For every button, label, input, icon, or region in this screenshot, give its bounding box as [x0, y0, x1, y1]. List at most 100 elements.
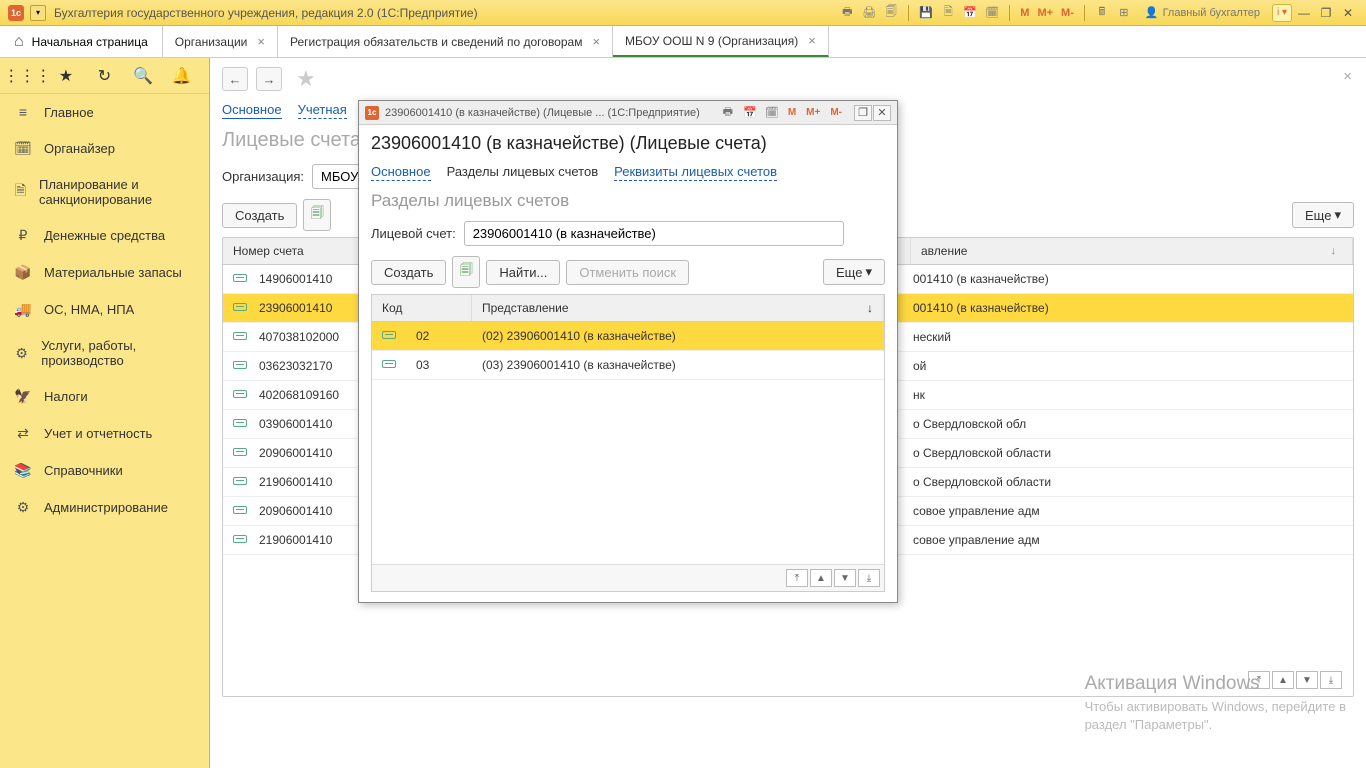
sidebar-item-5[interactable]: 🚚ОС, НМА, НПА	[0, 291, 209, 328]
dialog-mminus-button[interactable]: M-	[828, 107, 844, 118]
cell-repr: 001410 (в казначействе)	[903, 270, 1353, 288]
tab-organizations[interactable]: Организации ×	[163, 26, 278, 57]
notifications-icon[interactable]: 🔔	[170, 64, 194, 88]
tab-obligations[interactable]: Регистрация обязательств и сведений по д…	[278, 26, 613, 57]
org-label: Организация:	[222, 169, 304, 184]
dlg-col-header-code[interactable]: Код	[372, 295, 472, 321]
cell-repr: нк	[903, 386, 1353, 404]
app-logo-icon: 1c	[8, 5, 24, 21]
titlebar-menu-dropdown[interactable]: ▾	[30, 5, 46, 21]
user-icon: 👤	[1145, 6, 1159, 19]
home-tab[interactable]: ⌂ Начальная страница	[0, 26, 163, 57]
history-icon[interactable]: ↻	[92, 64, 116, 88]
tab-close-icon[interactable]: ×	[808, 33, 816, 48]
dialog-close-button[interactable]: ✕	[873, 105, 891, 121]
sidebar-item-6[interactable]: ⚙Услуги, работы, производство	[0, 328, 209, 378]
sidebar-item-3[interactable]: ₽ Денежные средства	[0, 217, 209, 254]
print-preview-icon[interactable]: 🖶	[838, 4, 856, 22]
nav-icon: 🦅	[14, 388, 32, 405]
dlg-subtab-sections[interactable]: Разделы лицевых счетов	[447, 164, 599, 181]
current-user[interactable]: 👤Главный бухгалтер	[1145, 6, 1260, 19]
dialog-print-icon[interactable]: 🖶	[720, 105, 736, 121]
sidebar-item-9[interactable]: 📚 Справочники	[0, 452, 209, 489]
table-row[interactable]: 03(03) 23906001410 (в казначействе)	[372, 351, 884, 380]
sidebar-item-2[interactable]: 🗎Планирование и санкционирование	[0, 167, 209, 217]
calc-m-button[interactable]: M	[1018, 7, 1031, 19]
content-close-icon[interactable]: ×	[1343, 68, 1352, 85]
sidebar-item-0[interactable]: ≡Главное	[0, 94, 209, 130]
sidebar-item-1[interactable]: 🗓Органайзер	[0, 130, 209, 167]
home-icon: ⌂	[14, 33, 24, 51]
cell-repr: 001410 (в казначействе)	[903, 299, 1353, 317]
info-button[interactable]: i ▾	[1272, 4, 1292, 22]
dlg-table-up-button[interactable]: ▲	[810, 569, 832, 587]
nav-label: Органайзер	[44, 141, 115, 156]
calendar31-icon[interactable]: 🗓	[983, 4, 1001, 22]
tab-organization-detail[interactable]: МБОУ ООШ N 9 (Организация) ×	[613, 26, 829, 57]
nav-label: Главное	[44, 105, 94, 120]
nav-icon: ₽	[14, 227, 32, 244]
sidebar-item-10[interactable]: ⚙Администрирование	[0, 489, 209, 526]
document-icon[interactable]: 🗎	[939, 4, 957, 22]
calculator-icon[interactable]: 🖩	[1093, 4, 1111, 22]
favorite-large-icon[interactable]: ★	[296, 66, 316, 92]
dlg-col-header-repr[interactable]: Представление↓	[472, 295, 884, 321]
copy-icon: 🗐	[460, 261, 473, 283]
nav-label: Денежные средства	[44, 228, 165, 243]
dialog-mplus-button[interactable]: M+	[804, 107, 822, 118]
minimize-button[interactable]: —	[1294, 4, 1314, 22]
bg-subtab-account[interactable]: Учетная	[298, 102, 347, 119]
calendar-icon[interactable]: 📅	[961, 4, 979, 22]
table-row[interactable]: 02(02) 23906001410 (в казначействе)	[372, 322, 884, 351]
windows-icon[interactable]: ⊞	[1115, 4, 1133, 22]
dlg-table-last-button[interactable]: ⤓	[858, 569, 880, 587]
dialog-restore-button[interactable]: ❐	[854, 105, 872, 121]
app-title: Бухгалтерия государственного учреждения,…	[54, 6, 838, 20]
dialog-calendar31-icon[interactable]: 🗓	[764, 105, 780, 121]
account-label: Лицевой счет:	[371, 226, 456, 241]
dlg-subtab-main[interactable]: Основное	[371, 164, 431, 181]
dlg-copy-button[interactable]: 🗐	[452, 256, 480, 288]
col-header-repr[interactable]: авление↓	[911, 238, 1353, 264]
dialog-m-button[interactable]: M	[786, 107, 798, 118]
row-icon	[223, 328, 249, 346]
bg-subtab-main[interactable]: Основное	[222, 102, 282, 119]
nav-label: Планирование и санкционирование	[39, 177, 195, 207]
dlg-table-first-button[interactable]: ⤒	[786, 569, 808, 587]
sidebar-item-7[interactable]: 🦅Налоги	[0, 378, 209, 415]
dlg-find-button[interactable]: Найти...	[486, 260, 560, 285]
back-button[interactable]: ←	[222, 67, 248, 91]
apps-icon[interactable]: ⋮⋮⋮	[15, 64, 39, 88]
tab-close-icon[interactable]: ×	[592, 34, 600, 49]
compare-icon[interactable]: 🗐	[882, 4, 900, 22]
dlg-more-button[interactable]: Еще ▾	[823, 259, 885, 285]
maximize-button[interactable]: ❐	[1316, 4, 1336, 22]
dlg-subtab-requisites[interactable]: Реквизиты лицевых счетов	[614, 164, 777, 181]
close-button[interactable]: ✕	[1338, 4, 1358, 22]
account-sections-dialog: 1c 23906001410 (в казначействе) (Лицевые…	[358, 100, 898, 603]
forward-button[interactable]: →	[256, 67, 282, 91]
dlg-cancel-find-button[interactable]: Отменить поиск	[566, 260, 689, 285]
calc-mminus-button[interactable]: M-	[1059, 7, 1076, 19]
nav-icon: 📚	[14, 462, 32, 479]
calc-mplus-button[interactable]: M+	[1035, 7, 1055, 19]
copy-button[interactable]: 🗐	[303, 199, 331, 231]
dialog-calendar-icon[interactable]: 📅	[742, 105, 758, 121]
print-icon[interactable]: 🖨	[860, 4, 878, 22]
nav-icon: 📦	[14, 264, 32, 281]
account-input[interactable]	[464, 221, 844, 246]
search-icon[interactable]: 🔍	[131, 64, 155, 88]
cell-repr: о Свердловской обл	[903, 415, 1353, 433]
more-button[interactable]: Еще ▾	[1292, 202, 1354, 228]
save-icon[interactable]: 💾	[917, 4, 935, 22]
create-button[interactable]: Создать	[222, 203, 297, 228]
sidebar-item-8[interactable]: ⇄Учет и отчетность	[0, 415, 209, 452]
dlg-create-button[interactable]: Создать	[371, 260, 446, 285]
sidebar-item-4[interactable]: 📦Материальные запасы	[0, 254, 209, 291]
favorite-icon[interactable]: ★	[54, 64, 78, 88]
tab-close-icon[interactable]: ×	[257, 34, 265, 49]
cell-repr: совое управление адм	[903, 531, 1353, 549]
dlg-table-down-button[interactable]: ▼	[834, 569, 856, 587]
row-icon	[223, 357, 249, 375]
nav-label: Справочники	[44, 463, 123, 478]
